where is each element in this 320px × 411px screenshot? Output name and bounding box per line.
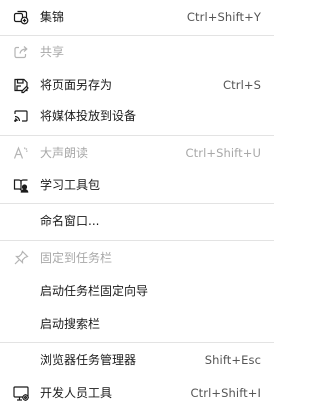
menu-item-shortcut: Ctrl+Shift+U — [185, 146, 261, 160]
menu-item-browser-task-manager[interactable]: 浏览器任务管理器 Shift+Esc — [0, 343, 274, 377]
menu-item-pin-to-taskbar: 固定到任务栏 — [0, 241, 274, 275]
menu-item-label: 大声朗读 — [40, 146, 89, 160]
developer-tools-icon — [12, 384, 30, 402]
menu-item-collections[interactable]: 集锦 Ctrl+Shift+Y — [0, 0, 274, 34]
read-aloud-icon — [12, 144, 30, 162]
share-icon — [12, 43, 30, 61]
menu-item-launch-taskbar-pinning-wizard[interactable]: 启动任务栏固定向导 — [0, 274, 274, 308]
menu-item-shortcut: Shift+Esc — [204, 353, 261, 367]
menu-item-label: 固定到任务栏 — [40, 251, 113, 265]
menu-item-label: 启动搜索栏 — [40, 317, 101, 331]
menu-item-label: 命名窗口... — [40, 214, 100, 228]
menu-item-shortcut: Ctrl+Shift+Y — [186, 10, 261, 24]
menu-item-label: 集锦 — [40, 10, 65, 24]
menu-item-name-window[interactable]: 命名窗口... — [0, 204, 274, 238]
pin-icon — [12, 249, 30, 267]
menu-item-shortcut: Ctrl+S — [223, 78, 261, 92]
menu-item-label: 浏览器任务管理器 — [40, 353, 137, 367]
menu-item-shortcut: Ctrl+Shift+I — [190, 386, 261, 400]
menu-item-label: 学习工具包 — [40, 178, 101, 192]
cast-icon — [12, 107, 30, 125]
menu-item-read-aloud: 大声朗读 Ctrl+Shift+U — [0, 136, 274, 170]
menu-item-label: 将媒体投放到设备 — [40, 109, 137, 123]
menu-item-cast-media[interactable]: 将媒体投放到设备 — [0, 99, 274, 133]
menu-item-label: 将页面另存为 — [40, 78, 113, 92]
menu-item-save-page-as[interactable]: 将页面另存为 Ctrl+S — [0, 68, 274, 102]
menu-item-learning-toolkit[interactable]: 学习工具包 — [0, 168, 274, 202]
save-page-icon — [12, 76, 30, 94]
learning-toolkit-icon — [12, 176, 30, 194]
menu-item-label: 共享 — [40, 45, 65, 59]
menu-item-share: 共享 — [0, 35, 274, 69]
menu-item-label: 启动任务栏固定向导 — [40, 284, 149, 298]
menu-item-developer-tools[interactable]: 开发人员工具 Ctrl+Shift+I — [0, 376, 274, 410]
menu-item-launch-search-bar[interactable]: 启动搜索栏 — [0, 307, 274, 341]
collections-icon — [12, 8, 30, 26]
menu-item-label: 开发人员工具 — [40, 386, 113, 400]
more-tools-context-menu: 集锦 Ctrl+Shift+Y 共享 将页面另存为 Ctrl+S 将媒体投放到设… — [0, 0, 274, 411]
